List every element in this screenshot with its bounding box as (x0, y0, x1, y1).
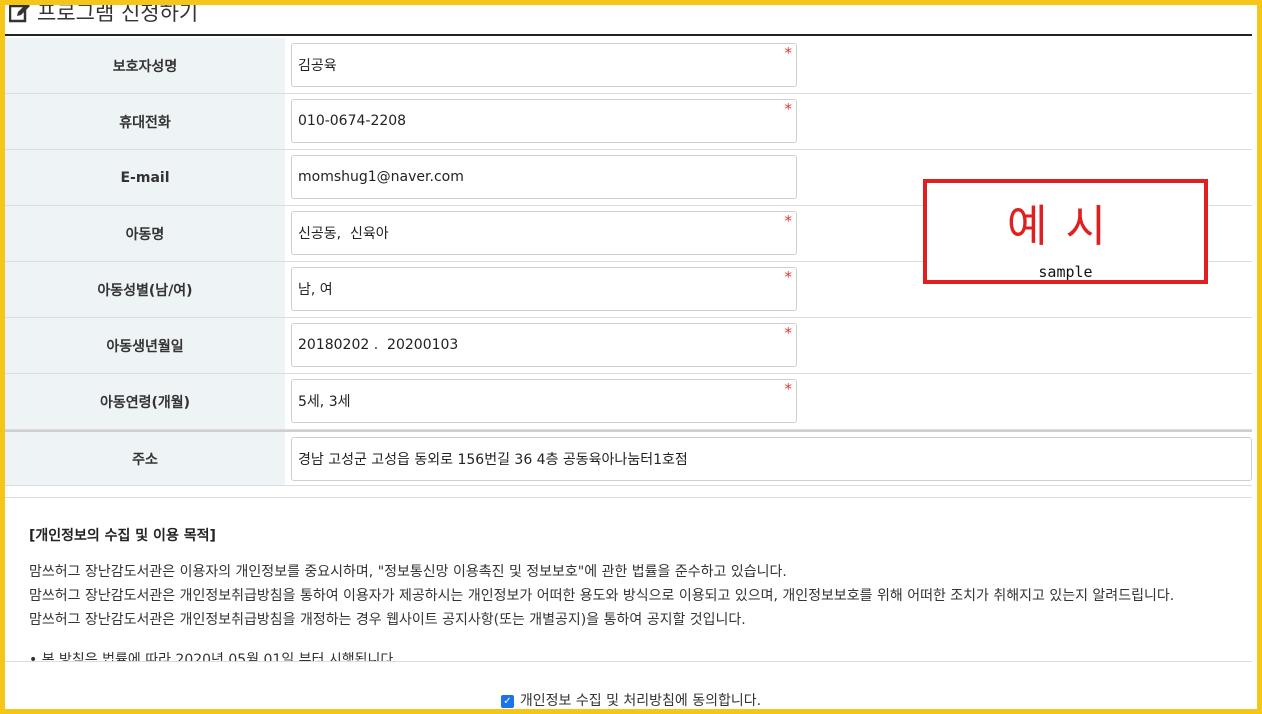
email-value: momshug1@naver.com (298, 169, 464, 185)
child-age-label: 아동연령(개월) (5, 374, 285, 429)
page-title: 프로그램 신청하기 (37, 1, 199, 25)
sample-stamp-text: 예시 (1007, 201, 1124, 252)
row-address: 주소 경남 고성군 고성읍 동외로 156번길 36 4층 공동육아나눔터1호점 (5, 430, 1252, 486)
child-gender-label: 아동성별(남/여) (5, 262, 285, 317)
child-gender-value: 남, 여 (298, 282, 333, 298)
privacy-line: 맘쓰허그 장난감도서관은 개인정보취급방침을 개정하는 경우 웹사이트 공지사항… (29, 612, 746, 628)
child-name-value: 신공동, 신육아 (298, 226, 389, 242)
address-input[interactable]: 경남 고성군 고성읍 동외로 156번길 36 4층 공동육아나눔터1호점 (291, 437, 1252, 481)
edit-icon (9, 3, 30, 23)
row-child-birth: 아동생년월일 20180202 . 20200103 * (5, 318, 1252, 374)
child-name-label: 아동명 (5, 206, 285, 261)
privacy-line: 맘쓰허그 장난감도서관은 이용자의 개인정보를 중요시하며, "정보통신망 이용… (29, 564, 787, 580)
required-mark: * (784, 268, 793, 286)
privacy-title: [개인정보의 수집 및 이용 목적] (29, 528, 216, 544)
phone-input[interactable]: 010-0674-2208 * (291, 99, 797, 143)
child-birth-value: 20180202 . 20200103 (298, 337, 459, 353)
guardian-name-input[interactable]: 김공육 * (291, 43, 797, 87)
guardian-name-label: 보호자성명 (5, 38, 285, 93)
privacy-notice: [개인정보의 수집 및 이용 목적] 맘쓰허그 장난감도서관은 이용자의 개인정… (5, 497, 1252, 662)
row-guardian-name: 보호자성명 김공육 * (5, 38, 1252, 94)
page-header: 프로그램 신청하기 (5, 0, 1252, 36)
required-mark: * (784, 212, 793, 230)
phone-value: 010-0674-2208 (298, 113, 407, 129)
required-mark: * (784, 100, 793, 118)
row-phone: 휴대전화 010-0674-2208 * (5, 94, 1252, 150)
sample-stamp: 예시 sample (923, 179, 1208, 284)
phone-label: 휴대전화 (5, 94, 285, 149)
guardian-name-value: 김공육 (298, 58, 337, 74)
child-name-input[interactable]: 신공동, 신육아 * (291, 211, 797, 255)
child-gender-input[interactable]: 남, 여 * (291, 267, 797, 311)
child-age-value: 5세, 3세 (298, 394, 351, 410)
child-age-input[interactable]: 5세, 3세 * (291, 379, 797, 423)
child-birth-label: 아동생년월일 (5, 318, 285, 373)
privacy-line: • 본 방침은 법률에 따라 2020년 05월 01일 부터 시행됩니다 (29, 652, 394, 662)
required-mark: * (784, 44, 793, 62)
address-value: 경남 고성군 고성읍 동외로 156번길 36 4층 공동육아나눔터1호점 (298, 452, 688, 468)
email-input[interactable]: momshug1@naver.com (291, 155, 797, 199)
required-mark: * (784, 324, 793, 342)
privacy-agree: ✓ 개인정보 수집 및 처리방침에 동의합니다. (0, 690, 1262, 710)
agree-label[interactable]: 개인정보 수집 및 처리방침에 동의합니다. (520, 693, 761, 709)
row-child-age: 아동연령(개월) 5세, 3세 * (5, 374, 1252, 430)
email-label: E-mail (5, 150, 285, 205)
privacy-line: 맘쓰허그 장난감도서관은 개인정보취급방침을 통하여 이용자가 제공하시는 개인… (29, 588, 1175, 604)
required-mark: * (784, 380, 793, 398)
agree-checkbox[interactable]: ✓ (500, 694, 514, 708)
child-birth-input[interactable]: 20180202 . 20200103 * (291, 323, 797, 367)
address-label: 주소 (5, 432, 285, 485)
sample-stamp-caption: sample (1038, 263, 1093, 281)
